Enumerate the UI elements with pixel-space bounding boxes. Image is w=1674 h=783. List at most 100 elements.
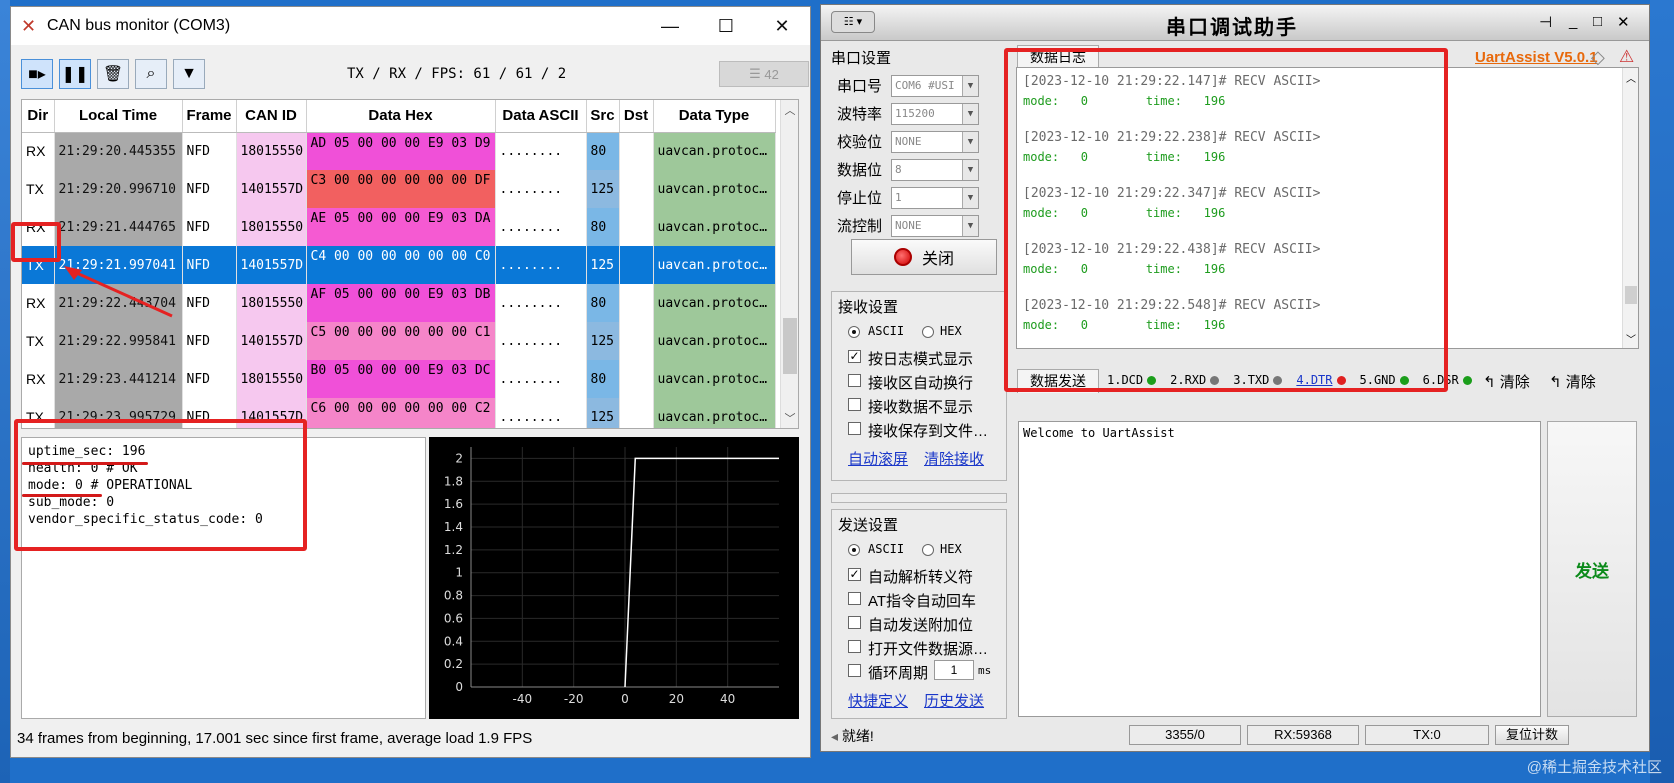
status-count: 3355/0 xyxy=(1129,725,1241,745)
col-dir[interactable]: Dir xyxy=(22,100,55,133)
col-dst[interactable]: Dst xyxy=(619,100,654,133)
baud-select[interactable]: 115200 ▼ xyxy=(891,103,979,125)
send-opt5-checkbox[interactable] xyxy=(848,664,861,677)
cell-can-id: 1401557D xyxy=(236,322,307,360)
pause-button[interactable]: ❚❚ xyxy=(59,59,91,89)
recv-hex-label: HEX xyxy=(940,324,962,338)
scroll-down-icon[interactable]: ﹀ xyxy=(1623,331,1639,346)
recv-opt4-checkbox[interactable] xyxy=(848,422,861,435)
parity-select[interactable]: NONE ▼ xyxy=(891,131,979,153)
clear-button[interactable]: 🗑 xyxy=(97,59,129,89)
clear-send-button-2[interactable]: ↰ 清除 xyxy=(1549,371,1596,392)
col-data-ascii[interactable]: Data ASCII xyxy=(495,100,587,133)
filter-button[interactable]: ▼ xyxy=(173,59,205,89)
col-src[interactable]: Src xyxy=(586,100,620,133)
col-frame[interactable]: Frame xyxy=(182,100,237,133)
port-open-led-icon xyxy=(893,248,912,266)
send-opt2-checkbox[interactable] xyxy=(848,592,861,605)
clear-send-button-1[interactable]: ↰ 清除 xyxy=(1483,371,1530,392)
send-opt2-label: AT指令自动回车 xyxy=(868,593,977,610)
table-row[interactable]: RX 21:29:21.444765 NFD 18015550 AE 05 00 00 … xyxy=(22,208,776,246)
list-icon: ☰ xyxy=(749,66,765,81)
send-ascii-radio[interactable] xyxy=(848,544,860,556)
recv-opt3-checkbox[interactable] xyxy=(848,398,861,411)
y-tick-label: 1.4 xyxy=(444,520,463,534)
uart-title-bar[interactable]: ☷ ▾ 串口调试助手 ⊣ _ □ ✕ xyxy=(821,5,1649,41)
ready-status: ◂ 就绪! xyxy=(831,728,874,744)
col-can-id[interactable]: CAN ID xyxy=(236,100,307,133)
recv-hex-radio[interactable] xyxy=(922,326,934,338)
scroll-up-icon[interactable]: ︿ xyxy=(781,102,798,118)
recv-opt2-checkbox[interactable] xyxy=(848,374,861,387)
table-row[interactable]: TX 21:29:20.996710 NFD 1401557D C3 00 00 00 … xyxy=(22,170,776,208)
watermark: @稀土掘金技术社区 xyxy=(1526,759,1662,776)
can-title-bar[interactable]: ✕ CAN bus monitor (COM3) — ☐ ✕ xyxy=(11,7,810,45)
databits-select[interactable]: 8 ▼ xyxy=(891,159,979,181)
history-send-link[interactable]: 历史发送 xyxy=(924,690,984,711)
send-opt4-checkbox[interactable] xyxy=(848,640,861,653)
version-link[interactable]: UartAssist V5.0.1 xyxy=(1475,49,1598,66)
can-monitor-window: ✕ CAN bus monitor (COM3) — ☐ ✕ ■▸ ❚❚ 🗑 ⌕… xyxy=(10,6,811,758)
search-button[interactable]: ⌕ xyxy=(135,59,167,89)
cycle-period-input[interactable]: 1 xyxy=(934,660,974,680)
col-local-time[interactable]: Local Time xyxy=(54,100,183,133)
close-port-button[interactable]: 关闭 xyxy=(851,239,997,275)
scroll-thumb[interactable] xyxy=(1625,286,1637,304)
send-textarea[interactable]: Welcome to UartAssist xyxy=(1018,421,1541,717)
cell-frame: NFD xyxy=(182,170,237,208)
send-button[interactable]: 发送 xyxy=(1547,421,1637,717)
recv-ascii-radio[interactable] xyxy=(848,326,860,338)
pin-icon[interactable]: ⊣ xyxy=(1539,13,1552,31)
table-row[interactable]: RX 21:29:20.445355 NFD 18015550 AD 05 00 00 … xyxy=(22,132,776,170)
table-row[interactable]: TX 21:29:22.995841 NFD 1401557D C5 00 00 00 … xyxy=(22,322,776,360)
cell-dir: RX xyxy=(22,132,55,170)
can-status-bar: 34 frames from beginning, 17.001 sec sin… xyxy=(17,730,533,747)
auto-scroll-link[interactable]: 自动滚屏 xyxy=(848,448,908,469)
shortcut-def-link[interactable]: 快捷定义 xyxy=(848,690,908,711)
y-tick-label: 0.2 xyxy=(444,657,463,671)
send-hex-radio[interactable] xyxy=(922,544,934,556)
x-tick-label: 0 xyxy=(621,692,629,706)
maximize-button[interactable]: ☐ xyxy=(698,7,754,45)
close-window-button[interactable]: ✕ xyxy=(754,7,810,45)
reset-count-button[interactable]: 复位计数 xyxy=(1495,725,1569,745)
recv-opt1-checkbox[interactable]: ✓ xyxy=(848,350,861,363)
clear-recv-link[interactable]: 清除接收 xyxy=(924,448,984,469)
cell-can-id: 18015550 xyxy=(236,208,307,246)
diamond-icon[interactable]: ◇ xyxy=(1591,47,1605,68)
send-opt1-checkbox[interactable]: ✓ xyxy=(848,568,861,581)
cell-data-hex: C4 00 00 00 00 00 00 C0 xyxy=(306,246,496,284)
minimize-button[interactable]: _ xyxy=(1569,13,1577,30)
system-menu-button[interactable]: ☷ ▾ xyxy=(831,11,875,33)
cell-dst xyxy=(619,170,654,208)
cell-dir: TX xyxy=(22,170,55,208)
cell-time: 21:29:22.995841 xyxy=(54,322,183,360)
close-window-button[interactable]: ✕ xyxy=(1617,13,1630,31)
chevron-down-icon: ▼ xyxy=(962,76,978,96)
recv-opt4-label: 接收保存到文件… xyxy=(868,423,989,440)
cell-data-ascii: ........ xyxy=(495,322,587,360)
table-row[interactable]: RX 21:29:23.441214 NFD 18015550 B0 05 00 00 … xyxy=(22,360,776,398)
flow-select[interactable]: NONE ▼ xyxy=(891,215,979,237)
send-opt1-label: 自动解析转义符 xyxy=(868,569,974,586)
send-opt3-checkbox[interactable] xyxy=(848,616,861,629)
cell-src: 125 xyxy=(586,170,620,208)
scroll-down-icon[interactable]: ﹀ xyxy=(781,410,798,426)
recv-settings-title: 接收设置 xyxy=(838,299,899,316)
scroll-thumb[interactable] xyxy=(783,318,797,374)
maximize-button[interactable]: □ xyxy=(1593,13,1602,30)
port-select[interactable]: COM6 #USI ▼ xyxy=(891,75,979,97)
cell-data-hex: AF 05 00 00 00 E9 03 DB xyxy=(306,284,496,322)
log-scrollbar[interactable]: ︿ ﹀ xyxy=(1622,68,1638,348)
stopbits-select[interactable]: 1 ▼ xyxy=(891,187,979,209)
table-scrollbar[interactable]: ︿ ﹀ xyxy=(780,100,798,428)
scroll-up-icon[interactable]: ︿ xyxy=(1623,70,1639,85)
cell-time: 21:29:20.996710 xyxy=(54,170,183,208)
minimize-button[interactable]: — xyxy=(642,7,698,45)
bell-icon[interactable]: ⚠ xyxy=(1619,47,1634,67)
record-button[interactable]: ■▸ xyxy=(21,59,53,89)
col-data-type[interactable]: Data Type xyxy=(653,100,776,133)
cell-frame: NFD xyxy=(182,208,237,246)
annotation-underline-mode xyxy=(22,494,102,497)
col-data-hex[interactable]: Data Hex xyxy=(306,100,496,133)
